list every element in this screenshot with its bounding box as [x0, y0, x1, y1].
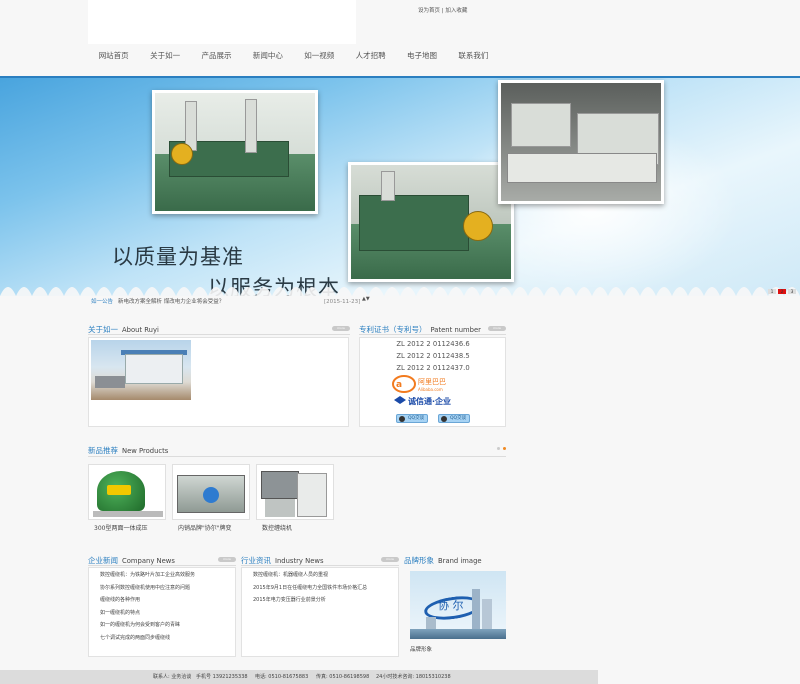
company-news-list: 数控缠绕机：为铁路叶片加工企业高效服务 协尔系列数控缠绕机使用中应注意的问题 缠… — [100, 569, 195, 645]
banner-dot[interactable]: 2 — [778, 289, 786, 294]
qq-chat-button[interactable]: QQ交谈 — [438, 414, 470, 423]
brand-image[interactable]: 协 尔 — [410, 571, 506, 639]
news-link[interactable]: 数控缠绕机：为铁路叶片加工企业高效服务 — [100, 569, 195, 582]
banner-scallop-border — [0, 287, 800, 296]
nav-item-jobs[interactable]: 人才招聘 — [345, 46, 396, 66]
patent-panel: ZL 2012 2 0112436.6 ZL 2012 2 0112438.5 … — [359, 337, 506, 427]
nav-item-video[interactable]: 如一视频 — [294, 46, 345, 66]
notice-bar: 如一公告 新电改方案全解析 煤改电力企业将会受益？ [2015-11-23] ▲… — [88, 296, 598, 310]
footer-hotline: 24小时技术咨询: 18015310238 — [376, 674, 451, 680]
pager-dot-active[interactable] — [503, 447, 506, 450]
brand-caption[interactable]: 品牌形象 — [410, 645, 432, 653]
product-image-3[interactable] — [256, 464, 334, 520]
nav-item-map[interactable]: 电子地图 — [396, 46, 447, 66]
nav-item-products[interactable]: 产品展示 — [191, 46, 242, 66]
banner-pagination: 1 2 3 — [768, 289, 796, 294]
patent-number: ZL 2012 2 0112436.6 — [396, 340, 470, 348]
nav-item-contact[interactable]: 联系我们 — [448, 46, 499, 66]
svg-text:诚信通·企业: 诚信通·企业 — [408, 396, 451, 406]
footer-mobile: 手机号 13921235338 — [196, 674, 248, 680]
company-news-more-button[interactable]: more — [218, 557, 236, 562]
hero-banner[interactable]: 以质量为基准 以服务为根本 1 2 3 — [0, 76, 800, 296]
patent-number: ZL 2012 2 0112437.0 — [396, 364, 470, 372]
industry-news-list: 数控缠绕机：机器缠绕人员的重视 2015年9月1日在任缠绕电力全国铁件市场价格汇… — [253, 569, 367, 607]
industry-news-more-button[interactable]: more — [381, 557, 399, 562]
qq-chat-button[interactable]: QQ交谈 — [396, 414, 428, 423]
divider — [88, 334, 350, 335]
news-link[interactable]: 如一缠绕机的特点 — [100, 607, 195, 620]
banner-photo-machine — [348, 162, 514, 282]
header: 设为首页 | 加入收藏 网站首页 关于如一 产品展示 新闻中心 如一视频 人才招… — [0, 0, 800, 76]
svg-text:Alibaba.com: Alibaba.com — [418, 387, 443, 392]
products-title: 新品推荐 New Products — [88, 446, 169, 455]
footer-fax: 传真: 0510-86198598 — [316, 674, 370, 680]
divider — [359, 334, 506, 335]
product-label[interactable]: 数控缠绕机 — [262, 523, 292, 532]
alibaba-chengxintong-badge[interactable]: a 阿里巴巴 Alibaba.com 诚信通·企业 — [390, 374, 476, 410]
about-company-photo[interactable] — [91, 340, 191, 400]
notice-link[interactable]: 新电改方案全解析 煤改电力企业将会受益？ — [118, 296, 224, 308]
about-panel — [88, 337, 349, 427]
logo-area — [88, 0, 356, 44]
patent-number: ZL 2012 2 0112438.5 — [396, 352, 470, 360]
news-link[interactable]: 数控缠绕机：机器缠绕人员的重视 — [253, 569, 367, 582]
banner-slogan-line1: 以质量为基准 — [112, 245, 244, 269]
news-link[interactable]: 七个调试完成的两面同步缠绕线 — [100, 632, 195, 645]
main-nav: 网站首页 关于如一 产品展示 新闻中心 如一视频 人才招聘 电子地图 联系我们 — [88, 46, 499, 66]
footer-phone: 电话: 0510-81675883 — [255, 674, 309, 680]
banner-dot[interactable]: 1 — [768, 289, 776, 294]
notice-scroll-arrows[interactable]: ▲▼ — [362, 297, 370, 302]
banner-photo-equipment — [498, 80, 664, 204]
divider — [88, 456, 506, 457]
nav-item-about[interactable]: 关于如一 — [139, 46, 190, 66]
product-label[interactable]: 300型两面一体成压 — [94, 523, 147, 532]
brand-logo-text: 协 尔 — [438, 599, 464, 612]
svg-text:a: a — [396, 380, 402, 390]
news-link[interactable]: 缠绕线的各种作用 — [100, 594, 195, 607]
product-image-1[interactable] — [88, 464, 166, 520]
top-links[interactable]: 设为首页 | 加入收藏 — [418, 6, 467, 14]
notice-label: 如一公告 — [91, 299, 114, 305]
pager-dot[interactable] — [497, 447, 500, 450]
patent-more-button[interactable]: more — [488, 326, 506, 331]
product-label[interactable]: 内销品牌"协尔"牌变 — [178, 523, 232, 532]
divider — [88, 565, 236, 566]
brand-title: 品牌形象 Brand image — [404, 556, 482, 565]
news-link[interactable]: 协尔系列数控缠绕机使用中应注意的问题 — [100, 582, 195, 595]
banner-dot[interactable]: 3 — [788, 289, 796, 294]
nav-item-news[interactable]: 新闻中心 — [242, 46, 293, 66]
divider — [241, 565, 399, 566]
news-link[interactable]: 2015年9月1日在任缠绕电力全国铁件市场价格汇总 — [253, 582, 367, 595]
news-link[interactable]: 如一的缠绕机为何会受到客户的青睐 — [100, 619, 195, 632]
svg-text:阿里巴巴: 阿里巴巴 — [418, 377, 446, 386]
nav-item-home[interactable]: 网站首页 — [88, 46, 139, 66]
footer: 联系人: 业务洽谈 手机号 13921235338 电话: 0510-81675… — [0, 670, 598, 684]
product-image-2[interactable] — [172, 464, 250, 520]
products-pager — [497, 447, 506, 450]
about-more-button[interactable]: more — [332, 326, 350, 331]
news-link[interactable]: 2015年电力变压器行业前景分析 — [253, 594, 367, 607]
footer-contact: 联系人: 业务洽谈 — [153, 674, 192, 680]
banner-photo-factory-line — [152, 90, 318, 214]
notice-date: [2015-11-23] — [324, 299, 361, 305]
